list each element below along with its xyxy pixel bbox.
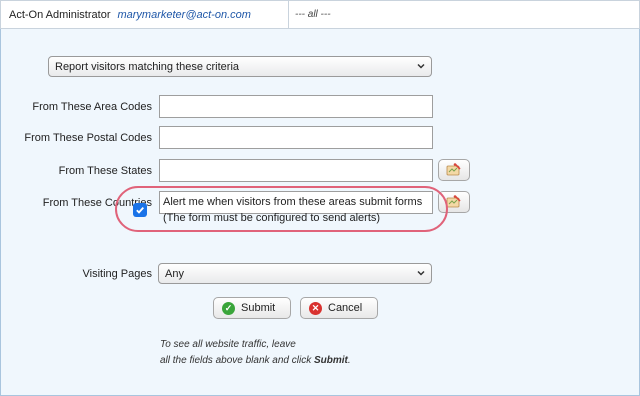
visiting-pages-select[interactable]: Any [158, 263, 432, 284]
help-note-line1: To see all website traffic, leave [160, 339, 296, 350]
chevron-down-icon [417, 63, 425, 69]
report-mode-select[interactable]: Report visitors matching these criteria [48, 56, 432, 77]
check-circle-icon: ✓ [222, 301, 235, 315]
help-note-suffix: . [347, 355, 351, 366]
cancel-label: Cancel [328, 302, 363, 314]
filter-text: --- all --- [295, 9, 331, 20]
area-codes-label: From These Area Codes [32, 101, 152, 113]
checkmark-icon [136, 206, 144, 214]
alert-checkbox[interactable] [133, 203, 147, 217]
help-note-submit: Submit [313, 355, 348, 366]
postal-codes-input[interactable] [159, 126, 433, 149]
map-pick-icon [446, 163, 461, 176]
help-note-line2: all the fields above blank and click Sub… [160, 355, 351, 366]
alert-note: (The form must be configured to send ale… [163, 212, 381, 224]
chevron-down-icon [417, 270, 425, 276]
area-codes-input[interactable] [159, 95, 433, 118]
cancel-button[interactable]: ✕ Cancel [300, 297, 378, 319]
states-picker-button[interactable] [438, 159, 470, 181]
postal-codes-label: From These Postal Codes [24, 132, 152, 144]
alert-label: Alert me when visitors from these areas … [163, 196, 423, 208]
help-note-prefix: all the fields above blank and click [160, 355, 314, 366]
user-email[interactable]: marymarketer@act-on.com [117, 9, 250, 21]
submit-button[interactable]: ✓ Submit [213, 297, 291, 319]
visiting-pages-value: Any [165, 267, 184, 280]
visiting-pages-label: Visiting Pages [82, 268, 152, 280]
states-input[interactable] [159, 159, 433, 182]
map-pick-icon [446, 195, 461, 208]
user-label: Act-On Administrator [9, 8, 111, 21]
account-info: Act-On Administrator marymarketer@act-on… [1, 1, 289, 28]
report-mode-value: Report visitors matching these criteria [55, 60, 240, 73]
filter-selector[interactable]: --- all --- [295, 1, 331, 28]
cancel-circle-icon: ✕ [309, 301, 322, 315]
alert-highlight-outline [115, 186, 448, 232]
submit-label: Submit [241, 302, 276, 314]
top-bar: Act-On Administrator marymarketer@act-on… [0, 0, 640, 29]
states-label: From These States [58, 165, 152, 177]
